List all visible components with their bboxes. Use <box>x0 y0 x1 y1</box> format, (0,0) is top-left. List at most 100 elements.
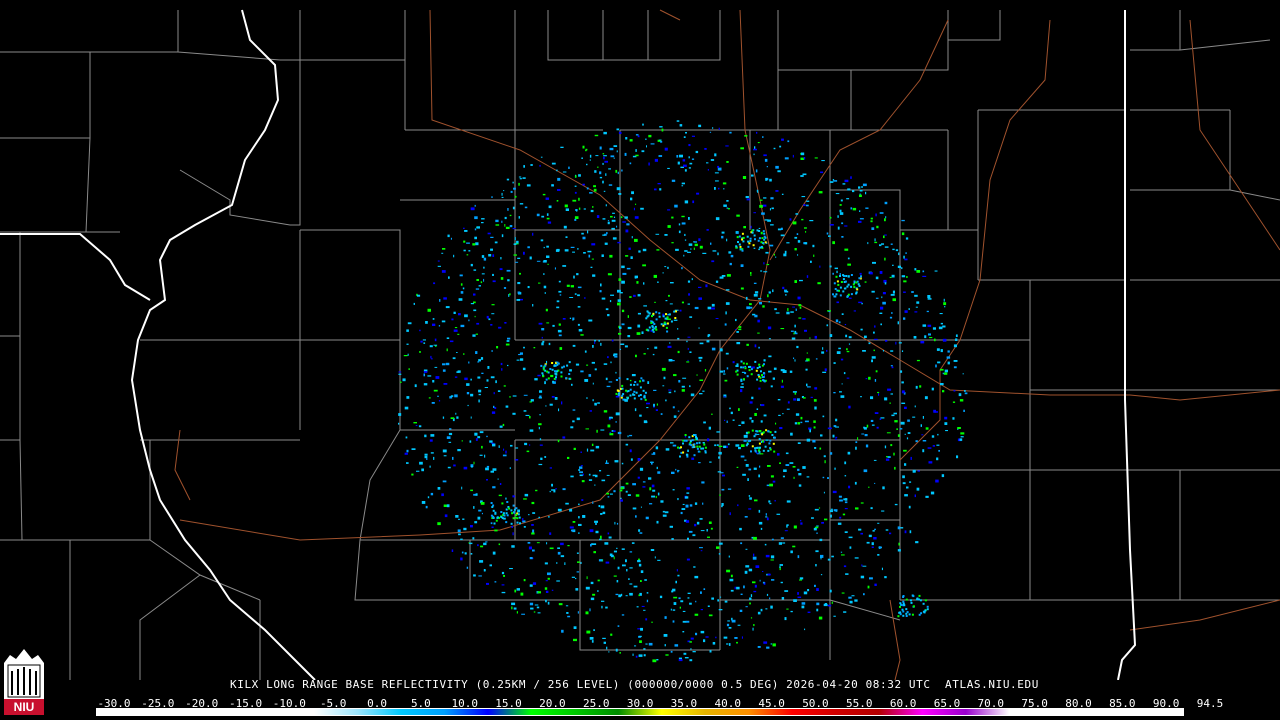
echo-pixel <box>538 463 543 466</box>
echo-pixel <box>545 599 547 603</box>
echo-pixel <box>527 246 530 249</box>
echo-pixel <box>763 359 766 362</box>
echo-pixel <box>956 455 959 459</box>
echo-pixel <box>848 485 851 489</box>
echo-pixel <box>556 306 560 309</box>
echo-pixel <box>777 170 781 173</box>
echo-pixel <box>501 502 504 505</box>
echo-pixel <box>859 189 863 192</box>
echo-pixel <box>590 266 593 268</box>
echo-pixel <box>595 155 599 157</box>
echo-pixel <box>656 520 659 524</box>
echo-pixel <box>730 589 734 592</box>
echo-pixel <box>800 522 803 525</box>
echo-pixel <box>723 204 727 207</box>
echo-pixel <box>627 315 629 318</box>
echo-pixel <box>821 522 824 524</box>
echo-pixel <box>514 237 516 240</box>
echo-pixel <box>734 637 738 639</box>
echo-pixel <box>782 542 786 544</box>
echo-pixel <box>556 580 560 582</box>
echo-pixel <box>683 652 687 655</box>
echo-pixel <box>749 497 752 500</box>
echo-pixel <box>635 354 637 358</box>
echo-pixel <box>728 555 730 558</box>
echo-pixel <box>673 374 677 377</box>
echo-pixel <box>574 191 577 194</box>
echo-pixel <box>815 550 819 553</box>
echo-pixel <box>803 591 808 595</box>
echo-pixel <box>621 387 624 390</box>
echo-pixel <box>873 331 875 334</box>
echo-pixel <box>866 424 869 428</box>
echo-pixel <box>832 241 835 245</box>
echo-pixel <box>701 481 705 484</box>
echo-pixel <box>730 574 733 578</box>
echo-pixel <box>619 292 623 294</box>
echo-pixel <box>565 502 569 505</box>
echo-pixel <box>797 442 801 444</box>
echo-pixel <box>665 654 669 656</box>
echo-pixel <box>430 434 435 437</box>
echo-pixel <box>774 430 777 433</box>
echo-pixel <box>958 393 962 397</box>
echo-pixel <box>757 611 761 615</box>
echo-pixel <box>643 609 646 611</box>
echo-pixel <box>589 154 592 158</box>
echo-pixel <box>844 179 849 183</box>
echo-pixel <box>853 280 856 283</box>
echo-pixel <box>953 366 957 369</box>
echo-pixel <box>917 470 920 472</box>
echo-pixel <box>775 256 777 258</box>
echo-pixel <box>819 265 821 268</box>
echo-pixel <box>587 230 589 234</box>
echo-pixel <box>651 484 655 488</box>
echo-pixel <box>807 589 810 592</box>
echo-pixel <box>668 389 672 391</box>
echo-pixel <box>745 362 748 365</box>
echo-pixel <box>770 605 773 609</box>
echo-pixel <box>846 198 850 200</box>
echo-pixel <box>839 391 842 393</box>
echo-pixel <box>953 344 957 348</box>
echo-pixel <box>575 588 579 591</box>
echo-pixel <box>723 188 725 190</box>
echo-pixel <box>912 605 915 608</box>
echo-pixel <box>639 386 642 389</box>
echo-pixel <box>718 553 721 555</box>
echo-pixel <box>687 537 689 540</box>
echo-pixel <box>622 564 626 567</box>
echo-pixel <box>749 597 752 601</box>
echo-pixel <box>847 293 850 296</box>
echo-pixel <box>816 602 820 606</box>
echo-pixel <box>651 495 655 498</box>
echo-pixel <box>493 392 495 395</box>
echo-pixel <box>779 564 783 566</box>
echo-pixel <box>858 220 862 223</box>
echo-pixel <box>740 542 743 545</box>
echo-pixel <box>519 358 524 361</box>
echo-pixel <box>709 461 712 463</box>
echo-pixel <box>860 275 862 278</box>
echo-pixel <box>738 235 741 238</box>
echo-pixel <box>771 538 774 541</box>
echo-pixel <box>591 361 595 364</box>
echo-pixel <box>804 242 808 245</box>
echo-pixel <box>712 250 717 252</box>
echo-pixel <box>618 193 622 195</box>
echo-pixel <box>879 212 884 214</box>
echo-pixel <box>577 294 580 297</box>
echo-pixel <box>571 529 575 532</box>
echo-pixel <box>533 611 536 613</box>
echo-pixel <box>655 233 660 235</box>
echo-pixel <box>478 509 482 512</box>
echo-pixel <box>806 438 811 442</box>
echo-pixel <box>677 446 679 449</box>
echo-pixel <box>565 605 569 607</box>
echo-pixel <box>629 139 633 142</box>
echo-pixel <box>522 518 524 521</box>
echo-pixel <box>700 630 705 634</box>
echo-pixel <box>690 248 692 250</box>
echo-pixel <box>738 243 741 246</box>
echo-pixel <box>660 413 663 415</box>
